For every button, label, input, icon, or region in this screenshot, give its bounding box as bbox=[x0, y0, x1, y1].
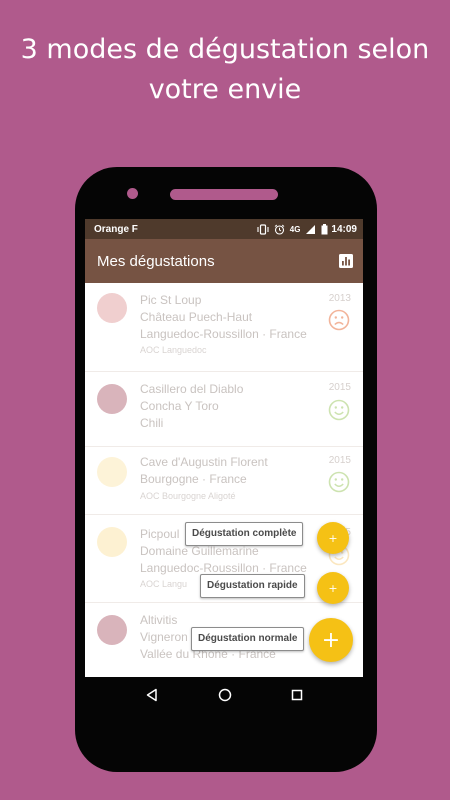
alarm-icon bbox=[274, 224, 285, 235]
promo-heading-line-1: 3 modes de dégustation selon bbox=[20, 34, 430, 65]
carrier-name: Orange F bbox=[94, 223, 138, 235]
promo-heading: 3 modes de dégustation selon votre envie bbox=[0, 30, 450, 110]
tasting-row[interactable]: Casillero del Diablo Concha Y Toro Chili… bbox=[85, 372, 363, 447]
app-bar: Mes dégustations bbox=[85, 239, 363, 283]
home-icon[interactable] bbox=[218, 688, 232, 702]
earpiece-speaker bbox=[170, 189, 278, 200]
tasting-wine-name: Picpoul bbox=[140, 527, 180, 541]
tasting-row[interactable]: Cave d'Augustin Florent Bourgogne · Fran… bbox=[85, 447, 363, 515]
status-bar: Orange F 4G 14:09 bbox=[85, 219, 363, 239]
tasting-wine-name: Altivitis bbox=[140, 613, 178, 627]
fab-label-normal[interactable]: Dégustation normale bbox=[191, 627, 305, 651]
tasting-row[interactable]: Pic St Loup Château Puech-Haut Languedoc… bbox=[85, 283, 363, 372]
fab-normal-button[interactable]: + bbox=[309, 618, 353, 662]
tasting-appellation: AOC Languedoc bbox=[140, 345, 207, 355]
back-icon[interactable] bbox=[145, 688, 159, 702]
fab-label-rapid[interactable]: Dégustation rapide bbox=[200, 574, 305, 598]
vibrate-icon bbox=[257, 223, 269, 235]
front-camera bbox=[127, 188, 138, 199]
tasting-producer: Bourgogne · France bbox=[140, 472, 247, 486]
tasting-year: 2015 bbox=[328, 455, 351, 466]
tasting-region: Chili bbox=[140, 416, 164, 430]
fab-label-complete[interactable]: Dégustation complète bbox=[185, 522, 304, 546]
tasting-producer: Château Puech-Haut bbox=[140, 310, 253, 324]
tasting-wine-name: Casillero del Diablo bbox=[140, 382, 244, 396]
system-nav-bar bbox=[85, 677, 363, 712]
wine-color-avatar bbox=[97, 615, 127, 645]
recents-icon[interactable] bbox=[291, 689, 303, 701]
tasting-appellation: AOC Bourgogne Aligoté bbox=[140, 491, 236, 501]
plus-icon: + bbox=[328, 531, 338, 545]
phone-frame: Orange F 4G 14:09 Mes dégustations Pic S… bbox=[75, 167, 377, 772]
tasting-appellation: AOC Langu bbox=[140, 579, 188, 589]
bar-chart-icon bbox=[339, 254, 353, 268]
network-type: 4G bbox=[289, 224, 301, 234]
happy-face-icon bbox=[328, 471, 350, 493]
plus-icon: + bbox=[321, 627, 341, 653]
tasting-producer: Domaine Guillemarine bbox=[140, 544, 259, 558]
tasting-producer: Concha Y Toro bbox=[140, 399, 219, 413]
tasting-year: 2013 bbox=[328, 293, 351, 304]
wine-color-avatar bbox=[97, 384, 127, 414]
tasting-year: 2015 bbox=[328, 382, 351, 393]
tasting-producer: Vigneron bbox=[140, 630, 188, 644]
wine-color-avatar bbox=[97, 293, 127, 323]
tasting-region: Languedoc-Roussillon · France bbox=[140, 327, 307, 341]
plus-icon: + bbox=[328, 581, 338, 595]
page-title: Mes dégustations bbox=[97, 252, 215, 270]
sad-face-icon bbox=[328, 309, 350, 331]
tasting-wine-name: Cave d'Augustin Florent bbox=[140, 455, 268, 469]
tasting-wine-name: Pic St Loup bbox=[140, 293, 202, 307]
signal-icon bbox=[306, 224, 316, 234]
app-screen: Orange F 4G 14:09 Mes dégustations Pic S… bbox=[85, 219, 363, 677]
tasting-region: Languedoc-Roussillon · France bbox=[140, 561, 307, 575]
status-time: 14:09 bbox=[331, 223, 357, 235]
wine-color-avatar bbox=[97, 527, 127, 557]
stats-button[interactable] bbox=[339, 254, 353, 268]
fab-rapid-button[interactable]: + bbox=[317, 572, 349, 604]
wine-color-avatar bbox=[97, 457, 127, 487]
fab-complete-button[interactable]: + bbox=[317, 522, 349, 554]
battery-icon bbox=[321, 223, 328, 234]
happy-face-icon bbox=[328, 399, 350, 421]
promo-heading-line-2: votre envie bbox=[148, 74, 302, 105]
